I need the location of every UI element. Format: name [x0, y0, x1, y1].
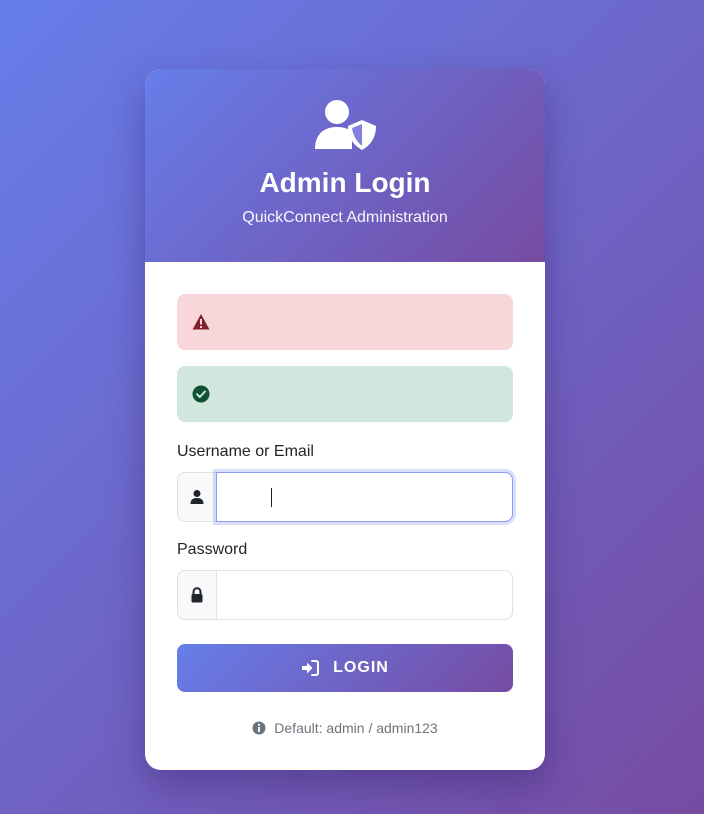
username-addon: [177, 472, 216, 522]
password-label: Password: [177, 541, 248, 558]
login-button-label: LOGIN: [333, 659, 389, 676]
success-alert: [177, 366, 513, 422]
username-input-group: [177, 472, 513, 522]
username-input[interactable]: [216, 472, 513, 522]
sign-in-icon: [302, 660, 320, 676]
hint-text: Default: admin / admin123: [274, 720, 438, 736]
card-body: Username or Email Password LOGIN Default…: [177, 294, 513, 736]
password-input-group: [177, 570, 513, 620]
page-title: Admin Login: [259, 167, 431, 198]
default-credentials-hint: Default: admin / admin123: [177, 720, 513, 736]
page-subtitle: QuickConnect Administration: [242, 209, 448, 226]
lock-icon: [191, 587, 203, 603]
card-header: Admin Login QuickConnect Administration: [145, 69, 545, 262]
password-input[interactable]: [216, 570, 513, 620]
info-circle-icon: [252, 721, 266, 735]
user-shield-icon: [315, 100, 376, 150]
username-label: Username or Email: [177, 443, 314, 460]
text-cursor: [271, 488, 272, 507]
error-alert: [177, 294, 513, 350]
login-card: Admin Login QuickConnect Administration …: [145, 69, 545, 770]
login-button[interactable]: LOGIN: [177, 644, 513, 692]
warning-triangle-icon: [192, 314, 210, 330]
check-circle-icon: [192, 385, 210, 403]
password-addon: [177, 570, 216, 620]
username-input-wrap: [216, 472, 513, 522]
user-icon: [190, 490, 204, 504]
